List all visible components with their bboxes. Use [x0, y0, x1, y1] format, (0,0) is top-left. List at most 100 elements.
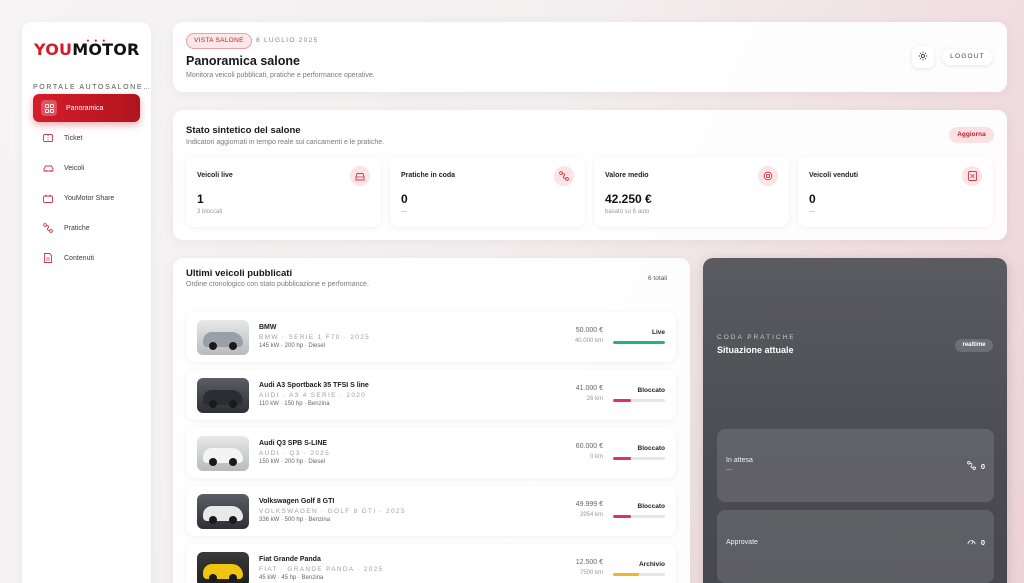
vehicle-meta: VOLKSWAGEN · GOLF 8 GTI · 2025 — [259, 508, 406, 515]
car-wheel — [209, 342, 217, 350]
vehicle-status: Bloccato — [637, 445, 665, 452]
logo-dots: • • • — [86, 38, 107, 45]
sidebar-item-youmotor-share[interactable]: YouMotor Share — [33, 184, 140, 212]
dashboard-icon — [41, 100, 57, 116]
stat-value: 42.250 € — [605, 192, 652, 206]
vehicle-name: BMW — [259, 324, 277, 331]
vehicle-name: Fiat Grande Panda — [259, 556, 321, 563]
page-title: Panoramica salone — [186, 54, 300, 68]
vehicle-thumbnail — [197, 494, 249, 529]
refresh-button[interactable]: Aggiorna — [949, 127, 994, 143]
queue-row-in-attesa[interactable]: In attesa — 0 — [717, 429, 994, 502]
stat-note: — — [809, 209, 815, 215]
car-wheel — [229, 516, 237, 524]
vehicle-row[interactable]: Audi A3 Sportback 35 TFSI S line AUDI · A… — [186, 370, 676, 420]
queue-row-value: 0 — [980, 538, 985, 547]
vehicle-km: 26 km — [586, 396, 603, 402]
vehicle-status: Live — [651, 329, 665, 336]
vehicle-row[interactable]: Volkswagen Golf 8 GTI VOLKSWAGEN · GOLF 8… — [186, 486, 676, 536]
stat-card-pratiche-in-coda: Pratiche in coda 0 — — [390, 157, 585, 227]
vehicle-status: Bloccato — [637, 387, 665, 394]
vehicle-price: 50.000 € — [575, 327, 603, 334]
vehicle-row[interactable]: BMW BMW · SERIE 1 F70 · 2025 145 kW · 200 … — [186, 312, 676, 362]
queue-eyebrow: CODA PRATICHE — [717, 334, 796, 341]
vehicle-status-bar — [613, 515, 665, 518]
stat-value: 1 — [197, 192, 204, 206]
document-icon — [41, 251, 55, 265]
queue-row-label: In attesa — [726, 457, 753, 464]
summary-subtitle: Indicatori aggiornati in tempo reale sui… — [186, 139, 385, 146]
vehicle-km: 0 km — [589, 454, 603, 460]
settings-button[interactable] — [912, 46, 934, 68]
vehicle-km: 40.000 km — [574, 338, 603, 344]
gear-icon — [918, 48, 928, 66]
vehicle-spec: 336 kW · 500 hp · Benzina — [259, 517, 331, 523]
vehicle-row[interactable]: Audi Q3 SPB S-LINE AUDI · Q3 · 2025 150 kW… — [186, 428, 676, 478]
summary-panel: Stato sintetico del salone Indicatori ag… — [173, 110, 1007, 240]
sidebar: • • • YOUMOTOR PORTALE AUTOSALONE… Panor… — [22, 22, 151, 583]
sidebar-item-contenuti[interactable]: Contenuti — [33, 244, 140, 272]
queue-row-count: 0 — [966, 461, 985, 472]
sidebar-item-label: Veicoli — [64, 164, 85, 172]
vehicle-status: Archivio — [638, 561, 665, 568]
route-icon — [41, 221, 55, 235]
stat-note: 3 bloccati — [197, 209, 223, 215]
vehicle-row[interactable]: Fiat Grande Panda FIAT · GRANDE PANDA · 2… — [186, 544, 676, 583]
vehicle-spec: 150 kW · 200 hp · Diesel — [259, 459, 326, 465]
vehicle-thumbnail — [197, 320, 249, 355]
vehicle-km: 7500 km — [579, 570, 603, 576]
vehicle-status-bar — [613, 341, 665, 344]
sidebar-item-label: Pratiche — [64, 224, 90, 232]
share-icon — [41, 191, 55, 205]
realtime-badge: realtime — [955, 339, 993, 352]
sidebar-item-panoramica[interactable]: Panoramica — [33, 94, 140, 122]
stat-card-veicoli-venduti: Veicoli venduti 0 — — [798, 157, 993, 227]
sidebar-item-ticket[interactable]: Ticket — [33, 124, 140, 152]
logout-button[interactable]: LOGOUT — [942, 49, 993, 65]
vehicle-name: Volkswagen Golf 8 GTI — [259, 498, 335, 505]
route-icon — [554, 166, 574, 186]
queue-row-count: 0 — [967, 538, 985, 547]
stat-note: basato su 6 auto — [605, 209, 650, 215]
summary-title: Stato sintetico del salone — [186, 125, 301, 136]
vehicle-meta: AUDI · A3 4 SERIE · 2020 — [259, 392, 367, 399]
car-wheel — [229, 400, 237, 408]
car-icon — [41, 161, 55, 175]
sidebar-item-veicoli[interactable]: Veicoli — [33, 154, 140, 182]
car-wheel — [209, 574, 217, 582]
car-wheel — [229, 342, 237, 350]
queue-row-approvate[interactable]: Approvate 0 — [717, 510, 994, 583]
vehicle-status: Bloccato — [637, 503, 665, 510]
sidebar-item-pratiche[interactable]: Pratiche — [33, 214, 140, 242]
vehicle-price: 41.000 € — [575, 385, 603, 392]
vehicle-status-bar-fill — [613, 341, 665, 344]
vehicles-title: Ultimi veicoli pubblicati — [186, 268, 293, 279]
vehicle-thumbnail — [197, 552, 249, 583]
sidebar-item-label: Panoramica — [66, 104, 104, 112]
car-wheel — [229, 574, 237, 582]
vehicle-thumbnail — [197, 436, 249, 471]
stat-label: Valore medio — [605, 172, 649, 179]
vehicle-thumbnail — [197, 378, 249, 413]
vehicle-spec: 110 kW · 150 hp · Benzina — [259, 401, 330, 407]
stat-label: Veicoli live — [197, 172, 233, 179]
car-front-icon — [350, 166, 370, 186]
car-wheel — [209, 516, 217, 524]
vehicle-meta: AUDI · Q3 · 2025 — [259, 450, 331, 457]
vehicle-meta: FIAT · GRANDE PANDA · 2025 — [259, 566, 384, 573]
receipt-icon — [962, 166, 982, 186]
stat-value: 0 — [401, 192, 408, 206]
sidebar-nav: Panoramica Ticket Veicoli YouMotor Share… — [33, 94, 140, 274]
vehicle-status-bar-fill — [613, 515, 632, 518]
page-header: VISTA SALONE 8 LUGLIO 2025 Panoramica sa… — [173, 22, 1007, 92]
sidebar-item-label: Contenuti — [64, 254, 94, 262]
vehicle-status-bar-fill — [613, 399, 632, 402]
vehicle-spec: 145 kW · 200 hp · Diesel — [259, 343, 326, 349]
vehicle-status-bar-fill — [613, 457, 632, 460]
queue-row-sub: — — [726, 467, 732, 473]
target-icon — [758, 166, 778, 186]
vehicles-subtitle: Ordine cronologico con stato pubblicazio… — [186, 281, 369, 288]
vehicle-spec: 45 kW · 45 hp · Benzina — [259, 575, 324, 581]
header-date: 8 LUGLIO 2025 — [256, 37, 319, 44]
youmotor-logo[interactable]: • • • YOUMOTOR — [34, 39, 139, 61]
